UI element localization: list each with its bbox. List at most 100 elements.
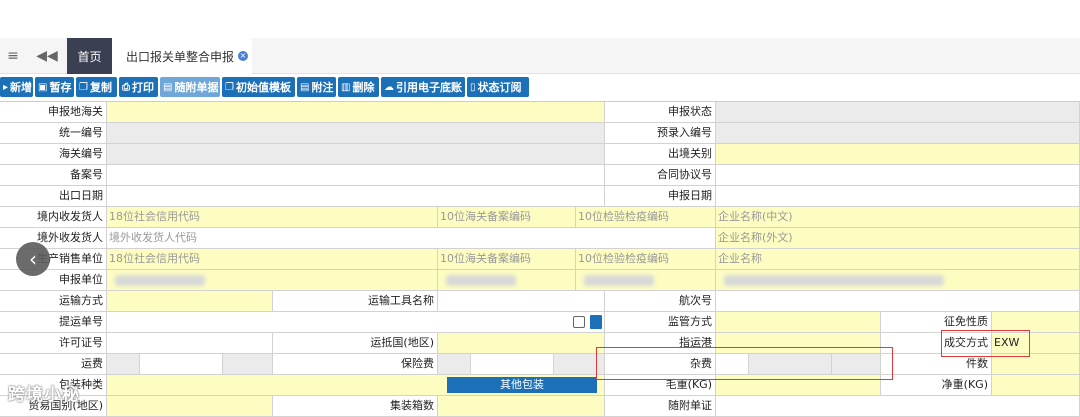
- redacted-text: [584, 275, 654, 286]
- production-ciq-code-input[interactable]: 10位检验检疫编码: [576, 249, 716, 270]
- exit-customs-field[interactable]: [716, 144, 1080, 165]
- domestic-customs-code-input[interactable]: 10位海关备案编码: [438, 207, 576, 228]
- print-icon: ⎙: [122, 81, 130, 93]
- chevron-left-icon[interactable]: ‹: [16, 242, 50, 276]
- deal-mode-highlight: [941, 330, 1030, 357]
- record-no-label: 备案号: [0, 165, 107, 186]
- freight-currency-field[interactable]: [223, 354, 273, 375]
- declare-status-label: 申报状态: [605, 102, 716, 123]
- double-chevron-left-icon[interactable]: ◀◀: [34, 38, 60, 74]
- supervision-field[interactable]: [716, 312, 881, 333]
- tab-export-declaration-label: 出口报关单整合申报: [126, 49, 235, 64]
- freight-label: 运费: [0, 354, 107, 375]
- foreign-consignee-name-input[interactable]: 企业名称(外文): [716, 228, 1080, 249]
- export-date-label: 出口日期: [0, 186, 107, 207]
- customs-no-field: [107, 144, 605, 165]
- delete-button[interactable]: ▥ 删除: [338, 77, 379, 97]
- record-no-field[interactable]: [107, 165, 605, 186]
- bill-no-field[interactable]: [107, 312, 605, 333]
- declare-unit-credit-field[interactable]: [107, 270, 438, 291]
- export-date-field[interactable]: [107, 186, 605, 207]
- delete-label: 删除: [352, 81, 375, 94]
- production-name-input[interactable]: 企业名称: [716, 249, 1080, 270]
- close-icon[interactable]: ×: [238, 51, 249, 61]
- other-package-button[interactable]: 其他包装: [447, 377, 597, 393]
- vehicle-name-field[interactable]: [438, 291, 605, 312]
- dest-country-field[interactable]: [438, 333, 605, 354]
- tab-home-label: 首页: [77, 49, 102, 64]
- ref-ledger-label: 引用电子底账: [396, 81, 462, 94]
- declare-customs-label: 申报地海关: [0, 102, 107, 123]
- status-subscribe-label: 状态订阅: [477, 81, 522, 94]
- init-template-label: 初始值模板: [235, 81, 291, 94]
- document-icon[interactable]: [590, 315, 602, 329]
- exit-customs-label: 出境关别: [605, 144, 716, 165]
- production-customs-code-input[interactable]: 10位海关备案编码: [438, 249, 576, 270]
- attach-docs-button[interactable]: ▤ 随附单据: [160, 77, 220, 97]
- insurance-rate-field[interactable]: [471, 354, 554, 375]
- copy-button[interactable]: ❐ 复制: [76, 77, 117, 97]
- save-label: 暂存: [49, 81, 72, 94]
- redacted-text: [115, 275, 205, 286]
- copy-icon: ❐: [79, 81, 88, 93]
- domestic-credit-code-input[interactable]: 18位社会信用代码: [107, 207, 438, 228]
- save-draft-button[interactable]: ▣ 暂存: [35, 77, 74, 97]
- redacted-text: [446, 275, 516, 286]
- production-credit-code-input[interactable]: 18位社会信用代码: [107, 249, 438, 270]
- tab-home[interactable]: 首页: [67, 38, 112, 74]
- menu-icon[interactable]: ≡: [0, 38, 26, 74]
- declare-unit-name-field[interactable]: [716, 270, 1080, 291]
- contract-no-field[interactable]: [716, 165, 1080, 186]
- declare-date-field[interactable]: [716, 186, 1080, 207]
- pre-entry-no-label: 预录入编号: [605, 123, 716, 144]
- transport-mode-label: 运输方式: [0, 291, 107, 312]
- supervision-label: 监管方式: [605, 312, 716, 333]
- insurance-label: 保险费: [273, 354, 438, 375]
- insurance-type-field[interactable]: [438, 354, 471, 375]
- declare-unit-ciq-field[interactable]: [576, 270, 716, 291]
- domestic-consignor-label: 境内收发货人: [0, 207, 107, 228]
- net-weight-field[interactable]: [992, 375, 1080, 396]
- ref-ledger-button[interactable]: ☁ 引用电子底账: [381, 77, 465, 97]
- freight-rate-field[interactable]: [140, 354, 223, 375]
- play-icon: ▸: [3, 81, 9, 93]
- bill-no-label: 提运单号: [0, 312, 107, 333]
- domestic-name-input[interactable]: 企业名称(中文): [716, 207, 1080, 228]
- status-subscribe-button[interactable]: ▯ 状态订阅: [467, 77, 529, 97]
- declare-status-field: [716, 102, 1080, 123]
- trash-icon: ▥: [341, 81, 351, 93]
- cloud-icon: ☁: [384, 81, 394, 93]
- declare-date-label: 申报日期: [605, 186, 716, 207]
- vehicle-name-label: 运输工具名称: [273, 291, 438, 312]
- top-header: [0, 0, 1080, 38]
- unified-no-field: [107, 123, 605, 144]
- pieces-label: 件数: [881, 354, 992, 375]
- voyage-no-field[interactable]: [716, 291, 1080, 312]
- declare-customs-field[interactable]: [107, 102, 605, 123]
- init-template-button[interactable]: ❐ 初始值模板: [222, 77, 295, 97]
- template-icon: ❐: [225, 81, 234, 93]
- new-button[interactable]: ▸ 新增: [0, 77, 33, 97]
- print-label: 打印: [132, 81, 154, 94]
- tab-bar: ≡ ◀◀ 首页 出口报关单整合申报 ×: [0, 38, 1080, 74]
- pieces-field[interactable]: [992, 354, 1080, 375]
- declare-unit-customs-field[interactable]: [438, 270, 576, 291]
- phone-icon: ▯: [470, 81, 476, 93]
- print-button[interactable]: ⎙ 打印: [119, 77, 158, 97]
- freight-type-field[interactable]: [107, 354, 140, 375]
- foreign-consignee-label: 境外收发货人: [0, 228, 107, 249]
- watermark: 跨境小秘: [8, 385, 80, 405]
- bill-checkbox[interactable]: [573, 316, 585, 328]
- note-icon: ▤: [300, 81, 310, 93]
- package-type-field[interactable]: 其他包装: [107, 375, 605, 396]
- pre-entry-no-field: [716, 123, 1080, 144]
- domestic-ciq-code-input[interactable]: 10位检验检疫编码: [576, 207, 716, 228]
- new-label: 新增: [10, 81, 33, 94]
- foreign-consignee-code-input[interactable]: 境外收发货人代码: [107, 228, 716, 249]
- note-button[interactable]: ▤ 附注: [297, 77, 336, 97]
- toolbar: ▸ 新增 ▣ 暂存 ❐ 复制 ⎙ 打印 ▤ 随附单据 ❐ 初始值模板 ▤ 附注 ▥ 删除 ☁ 引用…: [0, 77, 1080, 99]
- tab-export-declaration[interactable]: 出口报关单整合申报 ×: [112, 38, 252, 74]
- license-no-field[interactable]: [107, 333, 273, 354]
- contract-no-label: 合同协议号: [605, 165, 716, 186]
- transport-mode-field[interactable]: [107, 291, 273, 312]
